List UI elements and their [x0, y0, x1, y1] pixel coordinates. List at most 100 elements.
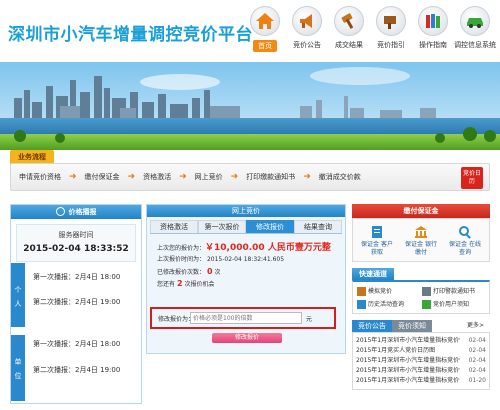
hammer-icon: [334, 6, 364, 36]
price-broadcast-panel: 价格播报 服务器时间 2015-02-04 18:33:52 个人 第一次播报：…: [10, 204, 142, 404]
list-item[interactable]: 2015年1月竞买人竞价日历图 02-04: [356, 346, 486, 356]
last-bid-label: 上次您的报价为：: [157, 245, 206, 252]
car-icon: [460, 6, 490, 36]
printer-icon: [422, 287, 431, 296]
tab-auction-notice[interactable]: 竞价公告: [352, 320, 392, 332]
broadcast-title-bar: 价格播报: [11, 205, 141, 219]
tab-modify-bid[interactable]: 修改报价: [246, 220, 294, 233]
megaphone-icon: [292, 6, 322, 36]
step-apply-qualification[interactable]: 申请竞价资格: [17, 172, 63, 182]
tab-auction-rules[interactable]: 竞价须知: [392, 320, 432, 332]
step-online-bid[interactable]: 网上竞价: [193, 172, 225, 182]
process-bar: 申请竞价资格 ➜ 缴付保证金 ➜ 资格激活 ➜ 网上竞价 ➜ 打印缴款通知书 ➜…: [10, 163, 490, 191]
bid-calendar-button[interactable]: 竞价日历: [461, 167, 483, 189]
site-logo[interactable]: 深圳市小汽车增量调控竞价平台: [8, 20, 253, 45]
quick-link-user-notes[interactable]: 竞价用户须知: [422, 299, 485, 309]
nav-label: 竞价指引: [377, 41, 405, 49]
list-item[interactable]: 2015年1月深圳市小汽车增量指标竞价信息 02-04: [356, 366, 486, 376]
deposit-step-query[interactable]: 保证金 在线查询: [447, 225, 483, 257]
nav-home[interactable]: 首页: [244, 4, 286, 56]
quick-link-mock-bid[interactable]: 模拟竞价: [357, 286, 420, 296]
main-nav: 首页 竞价公告 成交结果 竞价指引 操作指南 调控信息系统: [244, 4, 496, 56]
step-print-notice[interactable]: 打印缴款通知书: [244, 172, 297, 182]
step-arrow-icon: ➜: [303, 172, 311, 182]
broadcast-row: 第一次播报：2月4日 18:00: [33, 340, 121, 348]
list-item[interactable]: 2015年1月深圳市小汽车增量指标竞价情况 02-04: [356, 356, 486, 366]
remaining-suffix: 次报价机会: [184, 281, 215, 288]
server-time-box: 服务器时间 2015-02-04 18:33:52: [16, 224, 136, 262]
tab-activate[interactable]: 资格激活: [150, 220, 198, 233]
broadcast-row: 第一次播报：2月4日 18:00: [33, 273, 121, 281]
notice-date: 02-04: [468, 347, 486, 354]
deposit-step-bank[interactable]: 保证金 银行缴付: [403, 225, 439, 257]
remaining-row: 您还有 2 次报价机会: [157, 278, 345, 290]
modify-bid-label: 修改报价为：: [158, 316, 195, 323]
modified-count: 0: [206, 267, 213, 276]
server-time-value: 2015-02-04 18:33:52: [23, 244, 129, 254]
site-header: 深圳市小汽车增量调控竞价平台 首页 竞价公告 成交结果 竞价指引 操作指南 调控…: [0, 0, 500, 62]
skyline-image: [0, 62, 500, 150]
books-icon: [418, 6, 448, 36]
bid-info: 上次您的报价为：￥10,000.00 人民币壹万元整 上次报价时间为： 2015…: [157, 242, 345, 290]
nav-auction-notice[interactable]: 竞价公告: [286, 4, 328, 56]
right-sidebar: 缴付保证金 保证金 客户获取 保证金 银行缴付 保证金 在线查询 快速通道 模拟…: [352, 204, 490, 404]
nav-info-system[interactable]: 调控信息系统: [454, 4, 496, 56]
tab-unit-label: 单位: [14, 358, 22, 380]
step-cancel-payment[interactable]: 撤消成交价款: [317, 172, 363, 182]
modified-count-row: 已修改报价次数： 0 次: [157, 266, 345, 278]
broadcast-row: 第二次播报：2月4日 19:00: [33, 298, 121, 306]
tab-first-bid[interactable]: 第一次报价: [198, 220, 246, 233]
tab-unit[interactable]: 单位: [11, 335, 25, 401]
search-icon: [458, 225, 472, 239]
remaining-label: 您还有: [157, 281, 176, 288]
deposit-step-label: 保证金 在线查询: [449, 241, 481, 256]
hammer-icon: [357, 287, 366, 296]
quick-link-label: 历史活动查询: [368, 301, 405, 308]
notice-title: 2015年1月深圳市小汽车增量指标竞价公告: [356, 377, 460, 384]
deposit-steps-box: 保证金 客户获取 保证金 银行缴付 保证金 在线查询: [352, 218, 490, 262]
list-item[interactable]: 2015年1月深圳市小汽车增量指标竞价情况 02-04: [356, 336, 486, 346]
notice-date: 02-04: [468, 337, 486, 344]
notice-title: 2015年1月竞买人竞价日历图: [356, 347, 436, 354]
last-bid-time-row: 上次报价时间为： 2015-02-04 18:32:41.605: [157, 254, 345, 266]
nav-guide[interactable]: 竞价指引: [370, 4, 412, 56]
modified-label: 已修改报价次数：: [157, 269, 206, 276]
clock-icon: [55, 206, 65, 216]
deposit-step-label: 保证金 银行缴付: [405, 241, 437, 256]
quick-link-history[interactable]: 历史活动查询: [357, 299, 420, 309]
more-link[interactable]: 更多>: [461, 320, 490, 332]
document-icon: [370, 225, 384, 239]
quick-link-print[interactable]: 打印警款通知书: [422, 286, 485, 296]
city-skyline-banner: [0, 62, 500, 150]
tab-result-query[interactable]: 结果查询: [294, 220, 342, 233]
step-arrow-icon: ➜: [230, 172, 239, 182]
notice-title: 2015年1月深圳市小汽车增量指标竞价情况: [356, 357, 460, 364]
modify-bid-input[interactable]: [190, 312, 302, 324]
notice-list: 2015年1月深圳市小汽车增量指标竞价情况 02-04 2015年1月竞买人竞价日…: [352, 332, 490, 390]
nav-label: 竞价公告: [293, 41, 321, 49]
nav-label: 操作指南: [419, 41, 447, 49]
nav-operation-guide[interactable]: 操作指南: [412, 4, 454, 56]
step-arrow-icon: ➜: [69, 172, 77, 182]
quick-channel-links: 模拟竞价 打印警款通知书 历史活动查询 竞价用户须知: [352, 280, 490, 314]
tab-personal-label: 个人: [14, 286, 22, 308]
step-arrow-icon: ➜: [127, 172, 136, 182]
notice-date: 02-04: [468, 367, 486, 374]
broadcast-row: 第二次播报：2月4日 19:00: [33, 366, 121, 374]
last-bid-time: 2015-02-04 18:32:41.605: [206, 256, 285, 263]
remaining-count: 2: [176, 279, 183, 288]
deposit-steps: 保证金 客户获取 保证金 银行缴付 保证金 在线查询: [353, 219, 489, 261]
deposit-title: 缴付保证金: [352, 204, 490, 218]
modify-bid-button[interactable]: 修改报价: [212, 333, 282, 343]
server-time-label: 服务器时间: [58, 231, 94, 239]
step-pay-deposit[interactable]: 缴付保证金: [83, 172, 122, 182]
notice-date: 02-04: [468, 357, 486, 364]
nav-results[interactable]: 成交结果: [328, 4, 370, 56]
nav-label: 成交结果: [335, 41, 363, 49]
tab-personal[interactable]: 个人: [11, 263, 25, 327]
last-bid-row: 上次您的报价为：￥10,000.00 人民币壹万元整: [157, 242, 345, 254]
step-activate[interactable]: 资格激活: [141, 172, 173, 182]
deposit-step-customer[interactable]: 保证金 客户获取: [359, 225, 395, 257]
list-item[interactable]: 2015年1月深圳市小汽车增量指标竞价公告 01-20: [356, 376, 486, 386]
notice-title: 2015年1月深圳市小汽车增量指标竞价信息: [356, 367, 460, 374]
